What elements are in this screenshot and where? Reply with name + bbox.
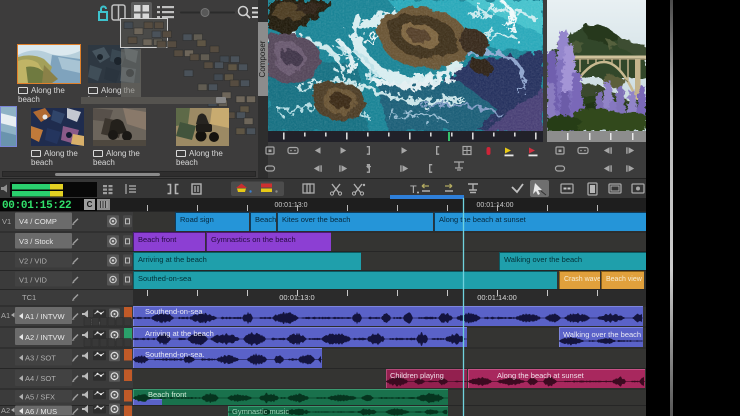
svg-text:V4 / COMP: V4 / COMP	[19, 217, 57, 226]
svg-text:V2 / VID: V2 / VID	[19, 256, 48, 265]
svg-text:A2: A2	[1, 406, 10, 415]
svg-text:A1: A1	[1, 311, 10, 320]
svg-text:V3 / Stock: V3 / Stock	[19, 237, 53, 246]
svg-text:A5 / SFX: A5 / SFX	[25, 393, 55, 402]
svg-text:A2 / INTVW: A2 / INTVW	[25, 333, 66, 342]
svg-text:A4 / SOT: A4 / SOT	[25, 374, 56, 383]
svg-text:A3 / SOT: A3 / SOT	[25, 354, 56, 363]
svg-text:V1 / VID: V1 / VID	[19, 275, 48, 284]
svg-text:V1: V1	[2, 217, 11, 226]
svg-text:TC1: TC1	[22, 293, 36, 302]
svg-text:A1 / INTVW: A1 / INTVW	[25, 312, 66, 321]
svg-text:A6 / MUS: A6 / MUS	[25, 407, 57, 416]
